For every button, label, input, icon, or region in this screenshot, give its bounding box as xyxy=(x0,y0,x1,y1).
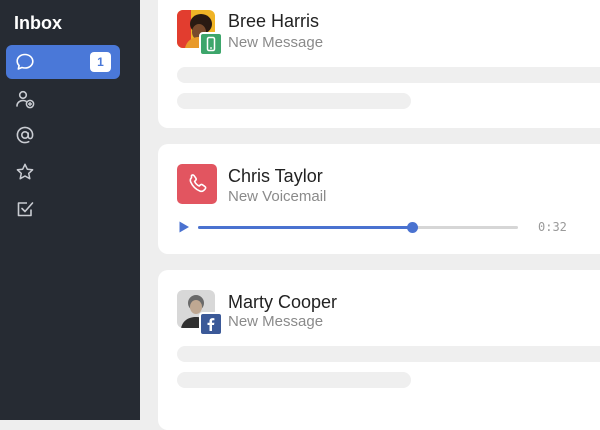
chat-bubble-icon xyxy=(16,53,34,70)
phone-device-icon xyxy=(206,36,216,52)
sidebar: Inbox 1 xyxy=(0,0,140,420)
message-card[interactable]: Bree Harris New Message xyxy=(158,0,600,128)
audio-progress-track[interactable] xyxy=(198,222,518,233)
message-card[interactable]: Marty Cooper New Message xyxy=(158,270,600,430)
message-preview-placeholder xyxy=(177,93,411,109)
audio-scrubber-handle[interactable] xyxy=(407,222,419,233)
facebook-icon xyxy=(207,318,215,331)
facebook-channel-badge xyxy=(199,312,223,336)
message-preview-placeholder xyxy=(177,372,411,388)
at-sign-icon xyxy=(16,126,34,144)
voicemail-duration: 0:32 xyxy=(538,220,567,234)
sidebar-item-starred[interactable] xyxy=(6,155,120,189)
star-icon xyxy=(16,163,34,180)
message-type: New Message xyxy=(228,34,324,51)
sidebar-title: Inbox xyxy=(14,13,62,33)
sidebar-item-tasks[interactable] xyxy=(6,192,120,226)
contact-name: Marty Cooper xyxy=(228,292,338,312)
play-icon[interactable] xyxy=(178,221,190,233)
sidebar-item-contacts[interactable] xyxy=(6,82,120,116)
message-type: New Message xyxy=(228,313,324,330)
add-user-icon xyxy=(16,90,35,109)
contact-name: Chris Taylor xyxy=(228,166,323,186)
voicemail-avatar xyxy=(177,164,217,204)
sidebar-item-mentions[interactable] xyxy=(6,118,120,152)
checkbox-icon xyxy=(17,202,34,217)
unread-badge: 1 xyxy=(90,52,111,72)
message-list: Bree Harris New Message Chris Taylor New… xyxy=(140,0,600,430)
message-preview-placeholder xyxy=(177,67,600,83)
voicemail-card[interactable]: Chris Taylor New Voicemail 0:32 xyxy=(158,144,600,254)
audio-progress-fill xyxy=(198,226,413,229)
sms-channel-badge xyxy=(199,32,223,56)
contact-name: Bree Harris xyxy=(228,11,320,31)
phone-icon xyxy=(189,174,207,193)
message-type: New Voicemail xyxy=(228,188,327,205)
sidebar-item-messages[interactable]: 1 xyxy=(6,45,120,79)
message-preview-placeholder xyxy=(177,346,600,362)
